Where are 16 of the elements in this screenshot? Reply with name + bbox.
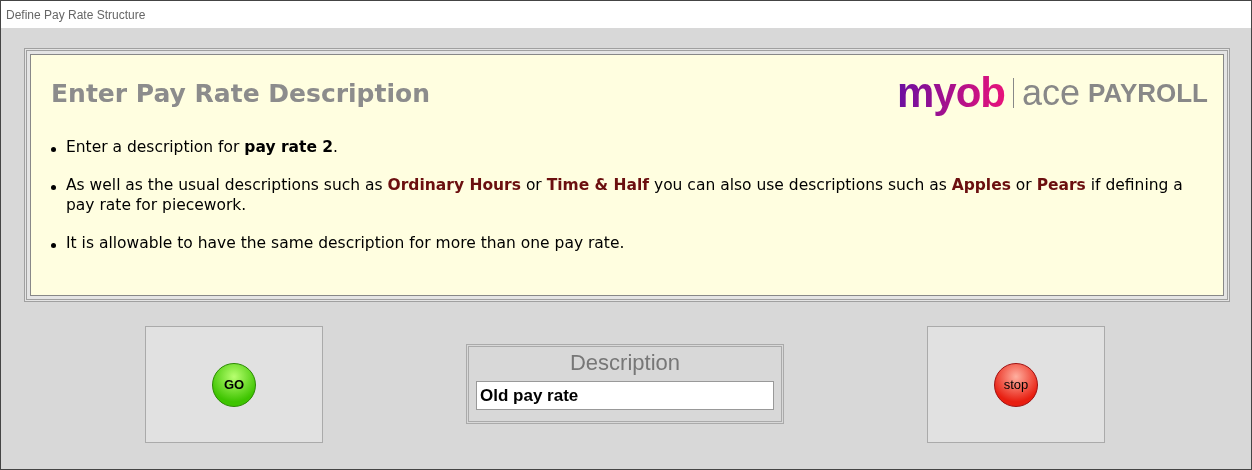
description-field[interactable]: Old pay rate bbox=[476, 381, 774, 410]
window-title: Define Pay Rate Structure bbox=[6, 7, 146, 22]
stop-button[interactable]: stop bbox=[927, 326, 1105, 443]
logo-product: ace bbox=[1022, 72, 1081, 114]
bullet-icon bbox=[51, 243, 56, 248]
logo-suffix: PAYROLL bbox=[1088, 77, 1208, 109]
bullet-icon bbox=[51, 185, 56, 190]
bullet-text: Enter a description for pay rate 2. bbox=[66, 137, 339, 157]
panel-heading: Enter Pay Rate Description bbox=[51, 78, 430, 108]
description-label: Description bbox=[569, 350, 680, 376]
go-button[interactable]: GO bbox=[145, 326, 323, 443]
bullet-text: It is allowable to have the same description for more than one pay rate. bbox=[66, 233, 625, 253]
bullet-text: As well as the usual descriptions such as Ordinary Hours or Time & Half you can also use descriptions such as Apples or Pears if defining a pay rate for piecework. bbox=[66, 175, 1184, 215]
go-orb: GO bbox=[212, 362, 256, 407]
bullet-icon bbox=[51, 147, 56, 152]
stop-orb: stop bbox=[994, 362, 1038, 407]
